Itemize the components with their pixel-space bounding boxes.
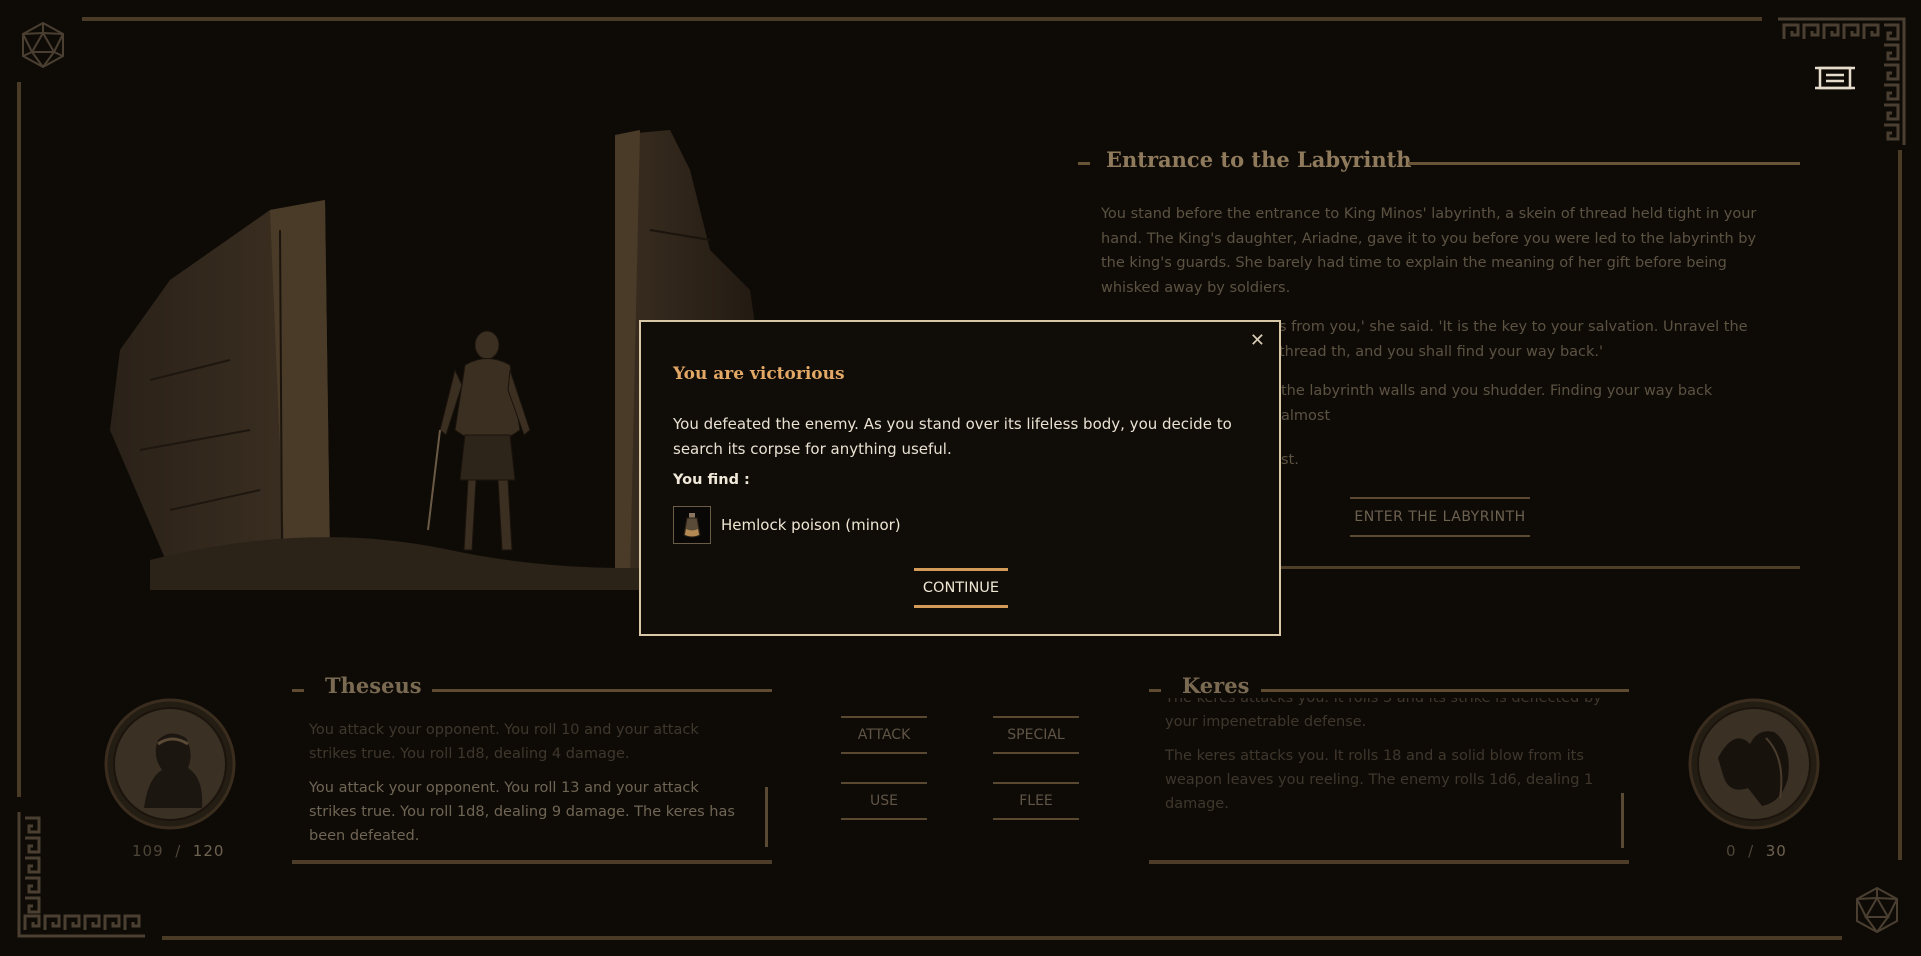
- poison-vial-icon: [673, 506, 711, 544]
- modal-title: You are victorious: [673, 364, 845, 384]
- victory-modal: ✕ You are victorious You defeated the en…: [639, 320, 1281, 636]
- modal-text: You defeated the enemy. As you stand ove…: [673, 415, 1232, 458]
- found-label: You find :: [673, 472, 750, 488]
- continue-button[interactable]: CONTINUE: [914, 568, 1008, 608]
- close-icon[interactable]: ✕: [1250, 330, 1265, 351]
- item-name: Hemlock poison (minor): [721, 516, 901, 534]
